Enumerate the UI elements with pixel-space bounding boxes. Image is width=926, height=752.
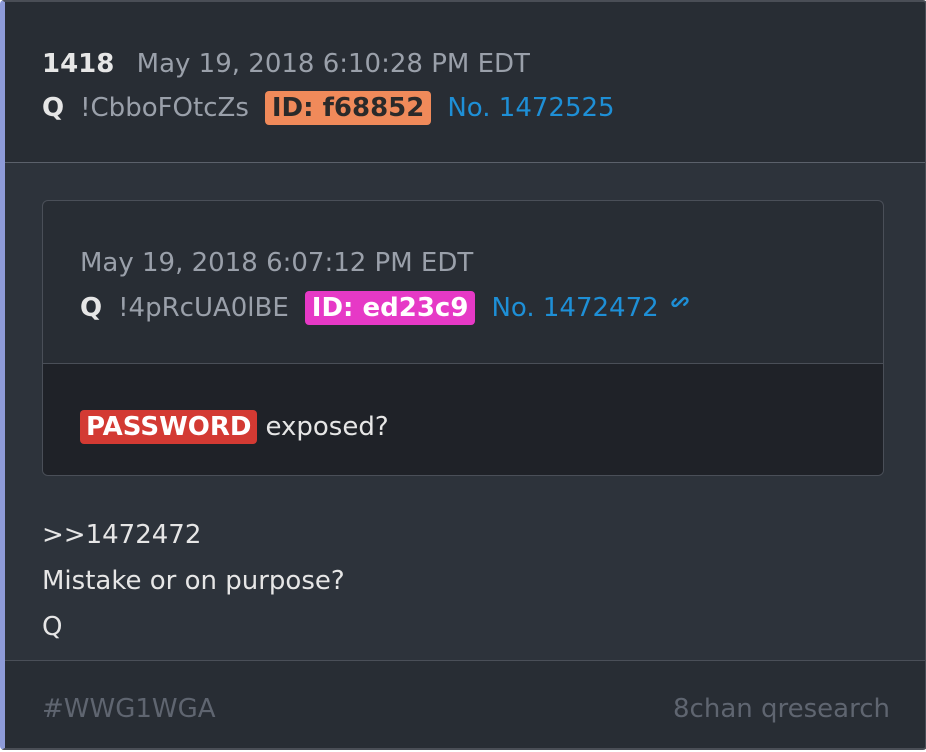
tripcode: !CbboFOtcZs: [80, 93, 249, 123]
author-name: Q: [42, 93, 65, 123]
quoted-poster-id-badge: ID: ed23c9: [304, 291, 476, 325]
link-icon[interactable]: [665, 287, 695, 329]
post-author-line: Q !CbboFOtcZs ID: f68852 No. 1472525: [42, 88, 615, 128]
quoted-post-text-line: PASSWORD exposed?: [80, 407, 389, 447]
post-footer: #WWG1WGA 8chan qresearch: [5, 660, 925, 748]
post-reply-link[interactable]: >>1472472: [42, 512, 345, 558]
quoted-post-number-link[interactable]: No. 1472472: [491, 288, 658, 328]
quoted-author-name: Q: [80, 293, 103, 323]
hashtag: #WWG1WGA: [42, 694, 216, 724]
post-header: 1418 May 19, 2018 6:10:28 PM EDT Q !Cbbo…: [5, 2, 925, 163]
quoted-post-meta-line: May 19, 2018 6:07:12 PM EDT: [80, 243, 473, 283]
quoted-post-text: exposed?: [265, 412, 389, 442]
post-meta-line: 1418 May 19, 2018 6:10:28 PM EDT: [42, 44, 530, 84]
quoted-tripcode: !4pRcUA0lBE: [118, 293, 289, 323]
post-number: 1418: [42, 49, 115, 79]
source-label: 8chan qresearch: [673, 694, 890, 724]
quoted-post-date: May 19, 2018 6:07:12 PM EDT: [80, 248, 474, 278]
poster-id-badge: ID: f68852: [264, 91, 432, 125]
quoted-post: May 19, 2018 6:07:12 PM EDT Q !4pRcUA0lB…: [42, 200, 884, 476]
post-body-line: Mistake or on purpose?: [42, 566, 345, 596]
post-number-link[interactable]: No. 1472525: [447, 88, 614, 128]
quoted-post-author-line: Q !4pRcUA0lBE ID: ed23c9 No. 1472472: [80, 287, 695, 329]
password-badge: PASSWORD: [80, 410, 258, 444]
post-body: >>1472472 Mistake or on purpose? Q: [42, 512, 345, 650]
post-signature: Q: [42, 612, 63, 642]
post-date: May 19, 2018 6:10:28 PM EDT: [136, 49, 530, 79]
post-card: 1418 May 19, 2018 6:10:28 PM EDT Q !Cbbo…: [0, 0, 926, 750]
